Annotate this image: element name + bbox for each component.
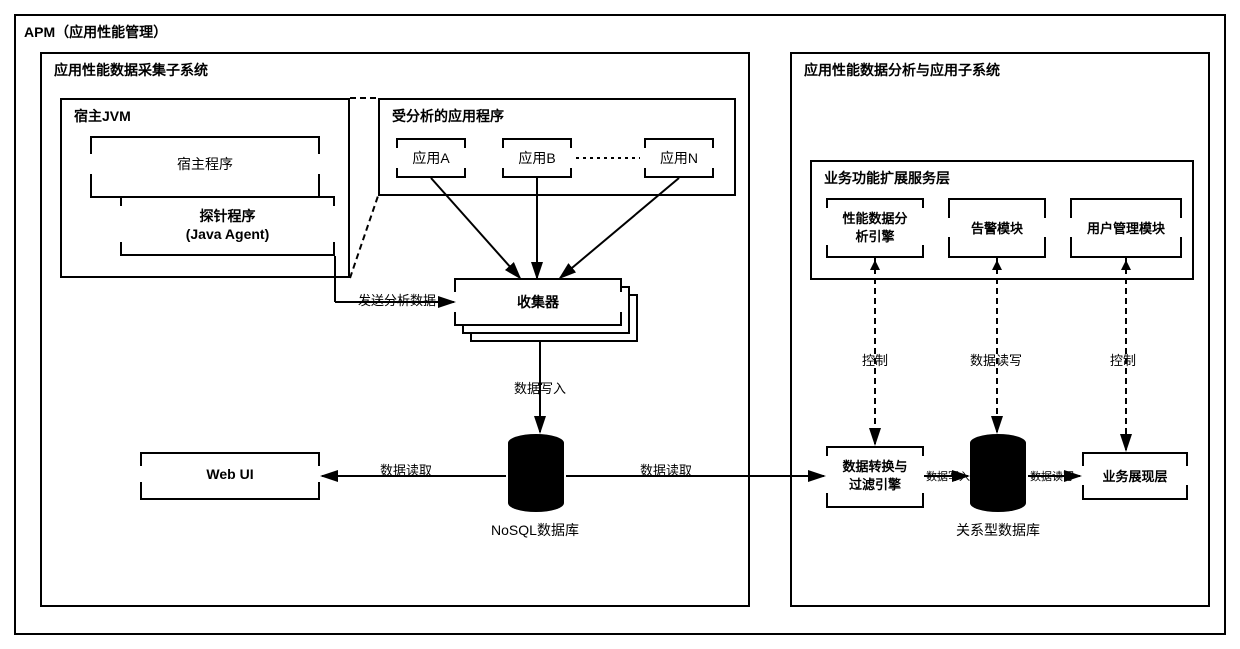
- collector-label: 收集器: [454, 292, 622, 312]
- nosql-label: NoSQL数据库: [460, 520, 610, 540]
- data-transform-label-2: 过滤引擎: [826, 474, 924, 493]
- left-subsystem-title: 应用性能数据采集子系统: [54, 60, 208, 80]
- webui-label: Web UI: [140, 466, 320, 482]
- edge-ctrl2-label: 控制: [1110, 350, 1136, 369]
- data-transform-label-1: 数据转换与: [826, 456, 924, 475]
- perf-engine-label-1: 性能数据分: [826, 208, 924, 227]
- right-subsystem-title: 应用性能数据分析与应用子系统: [804, 60, 1000, 80]
- nosql-db-icon: [508, 434, 564, 512]
- apps-title: 受分析的应用程序: [392, 106, 504, 126]
- app-n-label: 应用N: [644, 148, 714, 168]
- edge-read-right-label: 数据读取: [640, 460, 692, 479]
- biz-view-label: 业务展现层: [1082, 466, 1188, 485]
- edge-dw-right-label: 数据读写: [1030, 468, 1074, 484]
- jvm-title: 宿主JVM: [74, 106, 131, 126]
- service-layer-title: 业务功能扩展服务层: [824, 168, 950, 188]
- rel-db-icon: [970, 434, 1026, 512]
- agent-label-2: (Java Agent): [120, 226, 335, 242]
- diagram-canvas: APM（应用性能管理） 应用性能数据采集子系统 宿主JVM 宿主程序 探针程序 …: [0, 0, 1240, 649]
- agent-label-1: 探针程序: [120, 206, 335, 226]
- edge-rw-label: 数据读写: [970, 350, 1022, 369]
- edge-control-label: 控制: [862, 350, 888, 369]
- app-a-label: 应用A: [396, 148, 466, 168]
- edge-dw-left-label: 数据写入: [926, 468, 970, 484]
- edge-write-label: 数据写入: [514, 378, 566, 397]
- edge-read-left-label: 数据读取: [380, 460, 432, 479]
- perf-engine-label-2: 析引擎: [826, 226, 924, 245]
- edge-send-label: 发送分析数据: [358, 290, 436, 309]
- alarm-label: 告警模块: [948, 218, 1046, 237]
- user-mgmt-label: 用户管理模块: [1070, 218, 1182, 237]
- apm-title: APM（应用性能管理）: [24, 22, 167, 42]
- app-b-label: 应用B: [502, 148, 572, 168]
- rel-db-label: 关系型数据库: [928, 520, 1068, 540]
- host-program-label: 宿主程序: [90, 154, 320, 174]
